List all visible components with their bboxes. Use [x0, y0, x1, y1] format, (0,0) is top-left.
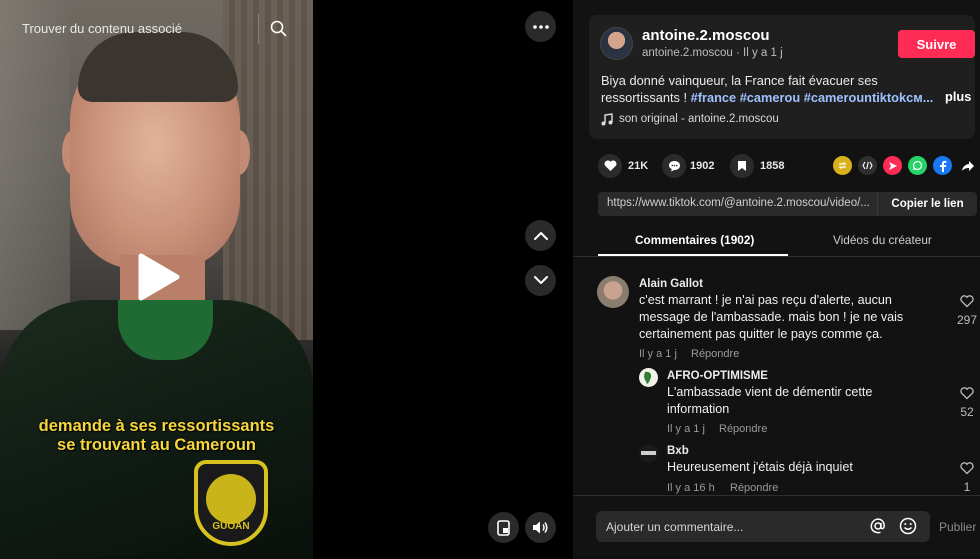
commenter-avatar[interactable]	[639, 444, 658, 463]
author-subtitle: antoine.2.moscou · Il y a 1 j	[642, 47, 783, 59]
facebook-icon[interactable]	[933, 156, 952, 175]
comment-like-button[interactable]	[955, 387, 979, 405]
music-note-icon	[601, 113, 613, 131]
search-divider	[258, 14, 259, 44]
video-url-field[interactable]: https://www.tiktok.com/@antoine.2.moscou…	[598, 192, 877, 216]
more-options-button[interactable]	[525, 11, 556, 42]
save-button[interactable]	[730, 154, 754, 178]
search-icon[interactable]	[270, 20, 287, 42]
speaker-icon	[533, 521, 548, 534]
comment-text-line: certainement pas quitter le pays comme ç…	[639, 327, 883, 341]
heart-icon	[604, 160, 616, 171]
comment-like-button[interactable]	[955, 295, 979, 313]
reply-link[interactable]: Répondre	[730, 482, 778, 494]
related-search-label[interactable]: Trouver du contenu associé	[22, 21, 182, 36]
crest-text: GUOAN	[212, 521, 250, 532]
next-video-button[interactable]	[525, 265, 556, 296]
reply-link[interactable]: Répondre	[691, 348, 739, 360]
comment-timestamp: Il y a 1 j	[667, 423, 705, 435]
heart-outline-icon	[960, 387, 974, 400]
comment-bubble-icon	[668, 161, 680, 172]
reply-link[interactable]: Répondre	[719, 423, 767, 435]
heart-outline-icon	[960, 462, 974, 475]
whatsapp-icon[interactable]	[908, 156, 927, 175]
comment-input-placeholder: Ajouter un commentaire...	[606, 519, 744, 534]
chevron-down-icon	[533, 276, 548, 284]
composer-divider	[573, 495, 980, 496]
comment-text-line: Heureusement j'étais déjà inquiet	[667, 460, 853, 474]
tab-creator-videos[interactable]: Vidéos du créateur	[833, 233, 932, 247]
bookmark-icon	[738, 161, 746, 171]
commenter-avatar[interactable]	[597, 276, 629, 308]
commenter-name[interactable]: Bxb	[667, 445, 689, 457]
comment-text-line: c'est marrant ! je n'ai pas reçu d'alert…	[639, 293, 892, 307]
volume-button[interactable]	[525, 512, 556, 543]
mini-player-button[interactable]	[488, 512, 519, 543]
share-arrow-icon[interactable]	[958, 156, 977, 175]
follow-button[interactable]: Suivre	[898, 30, 975, 58]
save-count: 1858	[760, 160, 785, 172]
description-more-link[interactable]: plus	[945, 89, 971, 104]
mention-icon[interactable]	[869, 517, 887, 540]
ellipsis-icon	[532, 24, 549, 29]
previous-video-button[interactable]	[525, 220, 556, 251]
comment-like-count: 52	[960, 405, 974, 419]
picture-in-picture-icon	[496, 519, 510, 536]
comment-like-count: 297	[956, 313, 978, 327]
comment-timestamp: Il y a 1 j	[639, 348, 677, 360]
comment-button[interactable]	[662, 154, 686, 178]
send-to-friends-icon[interactable]	[883, 156, 902, 175]
video-subject-hair	[78, 32, 238, 102]
video-background-wall	[0, 0, 70, 330]
embed-code-icon[interactable]	[858, 156, 877, 175]
comment-text-line: L'ambassade vient de démentir cette	[667, 385, 873, 399]
comment-count: 1902	[690, 160, 715, 172]
repost-icon[interactable]	[833, 156, 852, 175]
comment-text-line: message de l'ambassade. mais bon ! je ne…	[639, 310, 904, 324]
like-count: 21K	[628, 160, 649, 172]
tabs-divider	[573, 256, 980, 257]
comment-text-line: information	[667, 402, 730, 416]
video-player[interactable]: GUOAN Trouver du contenu associé demande…	[0, 0, 313, 559]
play-icon[interactable]	[135, 252, 181, 307]
app-root: GUOAN Trouver du contenu associé demande…	[0, 0, 980, 559]
heart-outline-icon	[960, 295, 974, 308]
publish-button[interactable]: Publier	[939, 520, 976, 534]
sound-link[interactable]: son original - antoine.2.moscou	[619, 113, 779, 125]
like-button[interactable]	[598, 154, 622, 178]
author-avatar[interactable]	[600, 27, 633, 60]
emoji-icon[interactable]	[899, 517, 917, 540]
commenter-avatar[interactable]	[639, 368, 658, 387]
jersey-crest: GUOAN	[194, 460, 268, 546]
video-caption-line: demande à ses ressortissants	[38, 417, 275, 435]
video-caption-line: se trouvant au Cameroun	[57, 436, 256, 454]
comment-timestamp: Il y a 16 h	[667, 482, 715, 494]
crest-ball-icon	[206, 474, 256, 524]
video-description: Biya donné vainqueur, la France fait éva…	[601, 72, 936, 106]
comment-like-count: 1	[963, 480, 971, 494]
chevron-up-icon	[533, 232, 548, 240]
author-name[interactable]: antoine.2.moscou	[642, 27, 770, 44]
commenter-name[interactable]: Alain Gallot	[639, 278, 703, 290]
comment-like-button[interactable]	[955, 462, 979, 480]
commenter-name[interactable]: AFRO-OPTIMISME	[667, 370, 768, 382]
description-hashtags[interactable]: #france #camerou #camerountiktokᴄᴍ...	[691, 90, 934, 105]
tab-comments[interactable]: Commentaires (1902)	[635, 233, 754, 247]
copy-link-button[interactable]: Copier le lien	[877, 192, 977, 216]
